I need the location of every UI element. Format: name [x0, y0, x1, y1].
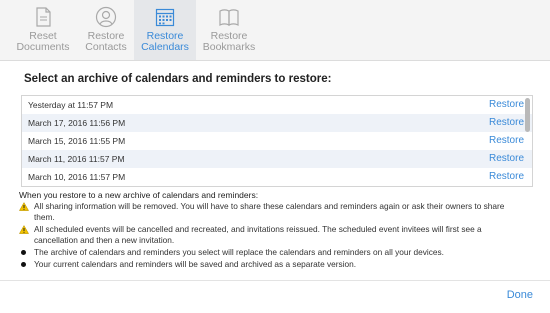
done-button[interactable]: Done — [507, 289, 533, 301]
archive-date: March 10, 2016 11:57 PM — [28, 172, 126, 182]
list-item: March 15, 2016 11:55 PM Restore — [22, 132, 532, 150]
archive-list[interactable]: Yesterday at 11:57 PM Restore March 17, … — [21, 95, 533, 187]
footer-divider — [0, 280, 550, 281]
archive-date: March 17, 2016 11:56 PM — [28, 118, 126, 128]
bullet-icon — [19, 248, 29, 257]
tab-label: Reset Documents — [16, 30, 70, 53]
page-title: Select an archive of calendars and remin… — [24, 73, 332, 85]
list-item: March 11, 2016 11:57 PM Restore — [22, 150, 532, 168]
archive-date: March 11, 2016 11:57 PM — [28, 154, 125, 164]
scrollbar[interactable] — [525, 98, 530, 132]
note-text: Your current calendars and reminders wil… — [34, 259, 357, 269]
restore-button[interactable]: Restore — [489, 171, 524, 182]
calendar-icon — [155, 8, 175, 27]
list-item: March 10, 2016 11:57 PM Restore — [22, 168, 532, 186]
restore-button[interactable]: Restore — [489, 153, 524, 164]
tab-restore-bookmarks[interactable]: Restore Bookmarks — [197, 0, 261, 60]
toolbar: Reset Documents Restore Contacts Restore… — [0, 0, 550, 61]
book-icon — [219, 9, 239, 26]
restore-button[interactable]: Restore — [489, 117, 524, 128]
list-item: March 17, 2016 11:56 PM Restore — [22, 114, 532, 132]
restore-button[interactable]: Restore — [489, 135, 524, 146]
warning-icon — [19, 225, 29, 234]
tab-restore-calendars[interactable]: Restore Calendars — [134, 0, 196, 60]
note-text: All sharing information will be removed.… — [34, 201, 505, 222]
note-text: The archive of calendars and reminders y… — [34, 247, 444, 257]
restore-button[interactable]: Restore — [489, 99, 524, 110]
bullet-icon — [19, 260, 29, 269]
tab-label: Restore Contacts — [85, 30, 127, 53]
note-text: All scheduled events will be cancelled a… — [34, 224, 482, 245]
contact-icon — [95, 6, 117, 28]
warning-icon — [19, 202, 29, 211]
document-icon — [36, 7, 51, 27]
archive-date: March 15, 2016 11:55 PM — [28, 136, 126, 146]
tab-label: Restore Calendars — [141, 30, 189, 53]
tab-restore-contacts[interactable]: Restore Contacts — [75, 0, 137, 60]
archive-date: Yesterday at 11:57 PM — [28, 100, 114, 110]
tab-label: Restore Bookmarks — [202, 30, 256, 53]
notes-title: When you restore to a new archive of cal… — [19, 190, 259, 200]
list-item: Yesterday at 11:57 PM Restore — [22, 96, 532, 114]
tab-reset-documents[interactable]: Reset Documents — [12, 0, 74, 60]
restore-dialog: Reset Documents Restore Contacts Restore… — [0, 0, 550, 313]
